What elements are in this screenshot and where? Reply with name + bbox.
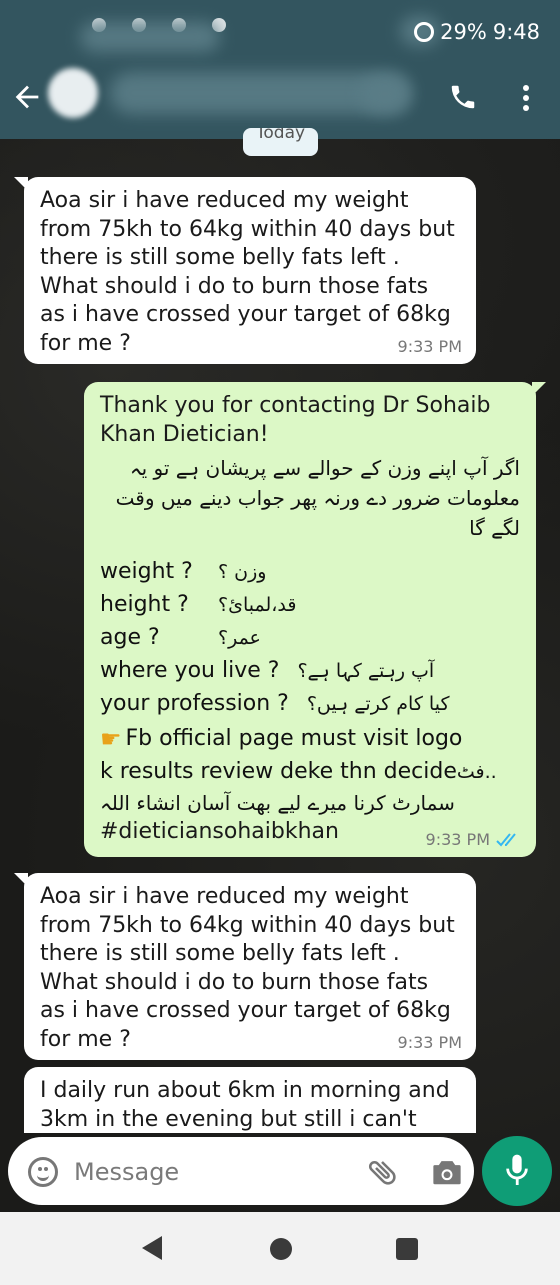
message-text: I daily run about 6km in morning and 3km…	[40, 1078, 450, 1132]
question-row: height ? قد،لمبائ؟	[100, 592, 297, 617]
bubble-tail	[14, 177, 28, 191]
paperclip-icon[interactable]	[366, 1155, 400, 1189]
message-urdu-outro: سمارٹ کرنا میرے لیے بھت آسان انشاء اللہ	[100, 791, 455, 815]
avatar[interactable]	[48, 68, 98, 118]
blurred-region	[360, 76, 410, 112]
more-vert-icon[interactable]	[514, 82, 538, 116]
nav-recents-icon[interactable]	[396, 1238, 418, 1260]
message-bubble-incoming[interactable]: Aoa sir i have reduced my weight from 75…	[14, 177, 476, 364]
question-row: where you live ? آپ رہتے کہا ہے؟	[100, 658, 435, 683]
message-intro: Thank you for contacting Dr Sohaib Khan …	[100, 393, 491, 447]
bubble-tail	[532, 382, 546, 396]
message-time: 9:33 PM	[397, 1033, 462, 1052]
nav-home-icon[interactable]	[270, 1238, 292, 1260]
emoji-icon[interactable]	[28, 1157, 58, 1187]
message-time: 9:33 PM	[397, 337, 462, 356]
battery-level: 29%	[440, 20, 487, 44]
blurred-region	[80, 22, 220, 52]
review-line: k results review deke thn decide ..فٹ	[100, 759, 497, 784]
mic-icon	[506, 1154, 528, 1185]
status-right: 29% 9:48	[414, 20, 540, 44]
bubble-tail	[14, 873, 28, 887]
question-list: weight ? وزن ؟ height ? قد،لمبائ؟ age ? …	[100, 555, 520, 720]
nav-back-icon[interactable]	[142, 1236, 162, 1260]
system-nav-bar	[0, 1212, 560, 1285]
status-bar: 29% 9:48	[0, 0, 560, 62]
date-chip: Today	[243, 128, 318, 156]
sync-icon	[414, 22, 435, 42]
clock: 9:48	[492, 20, 540, 44]
pointing-hand-icon: ☛	[100, 724, 122, 753]
message-bubble-outgoing[interactable]: Thank you for contacting Dr Sohaib Khan …	[84, 382, 546, 857]
question-row: age ? عمر؟	[100, 625, 261, 650]
message-time: 9:33 PM	[426, 830, 522, 849]
message-composer	[8, 1137, 474, 1205]
question-row: weight ? وزن ؟	[100, 559, 267, 584]
back-arrow-icon[interactable]	[10, 80, 44, 114]
fb-line: ☛ Fb official page must visit logo	[100, 724, 463, 753]
question-row: your profession ? کیا کام کرتے ہیں؟	[100, 691, 450, 716]
message-text: Aoa sir i have reduced my weight from 75…	[40, 188, 455, 356]
message-input[interactable]	[72, 1153, 356, 1191]
message-bubble-incoming[interactable]: Aoa sir i have reduced my weight from 75…	[14, 873, 476, 1060]
read-ticks-icon	[496, 832, 516, 846]
camera-icon[interactable]	[430, 1157, 464, 1187]
mic-button[interactable]	[482, 1136, 552, 1206]
message-urdu-intro: اگر آپ اپنے وزن کے حوالے سے پریشان ہے تو…	[115, 456, 520, 540]
message-bubble-incoming[interactable]: I daily run about 6km in morning and 3km…	[24, 1067, 476, 1133]
phone-icon[interactable]	[448, 82, 478, 112]
chat-header: 29% 9:48	[0, 0, 560, 139]
message-text: Aoa sir i have reduced my weight from 75…	[40, 884, 455, 1052]
